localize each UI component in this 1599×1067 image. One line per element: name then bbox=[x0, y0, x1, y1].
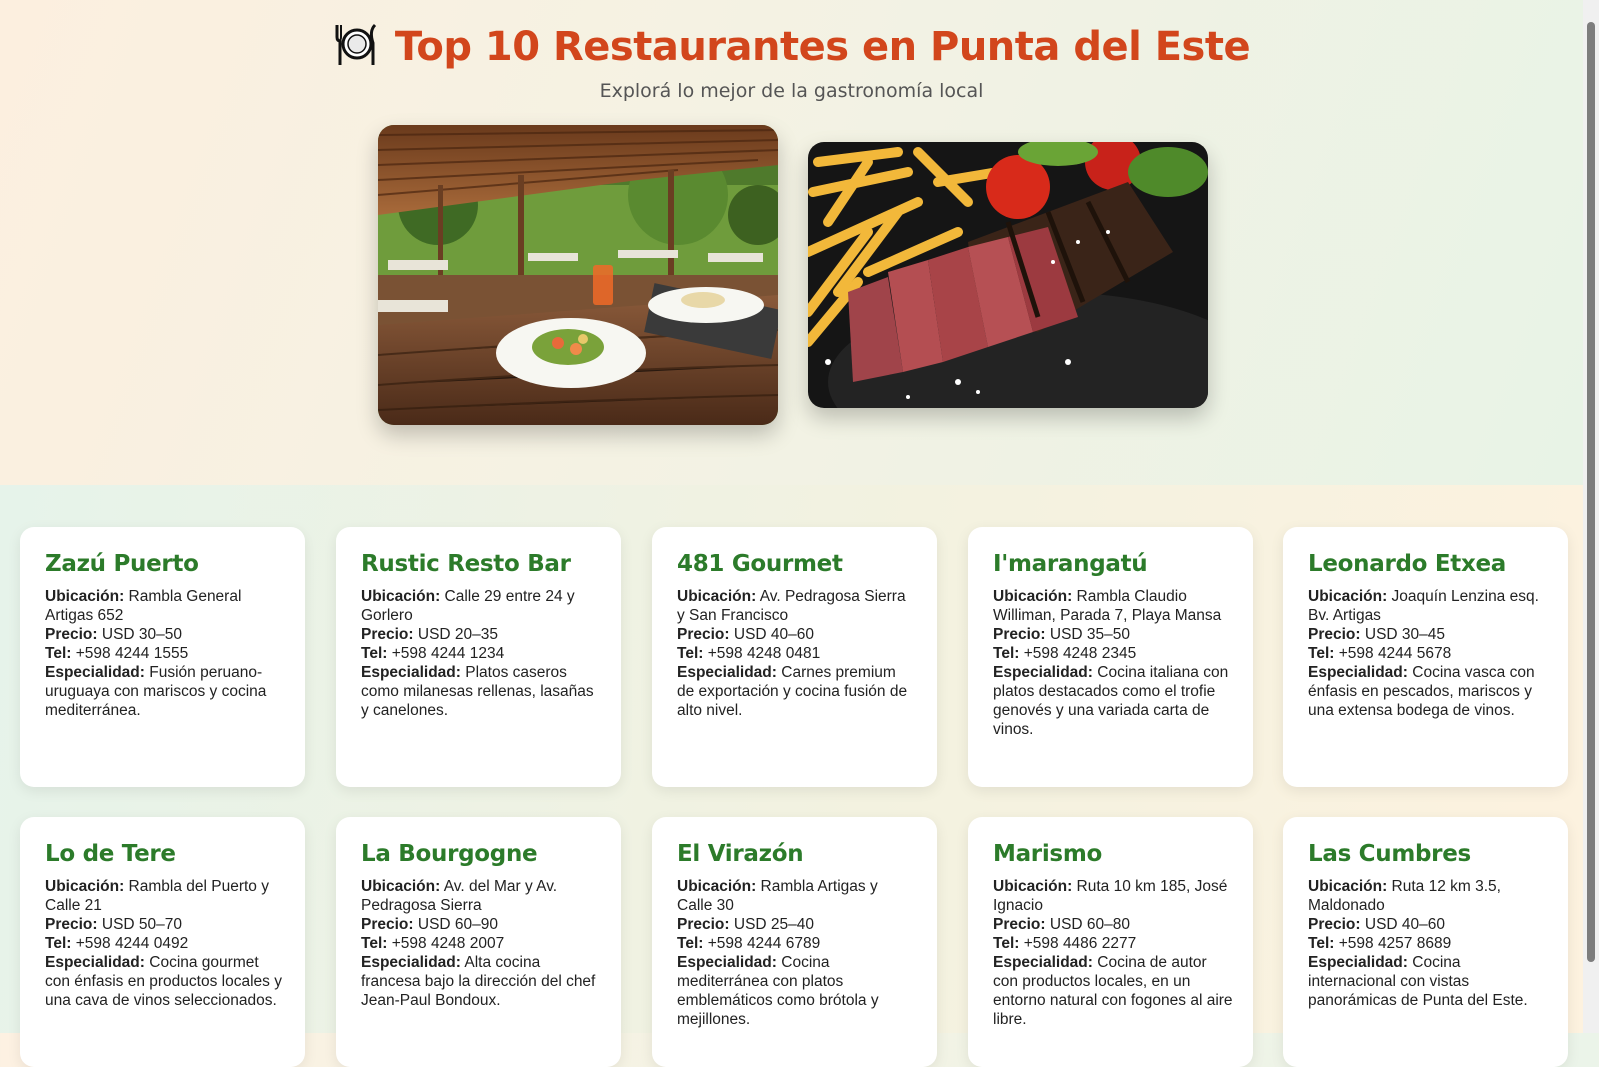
field-value-phone: +598 4257 8689 bbox=[1338, 935, 1452, 952]
restaurant-card: Rustic Resto Bar Ubicación: Calle 29 entr… bbox=[336, 527, 621, 787]
field-value-phone: +598 4244 5678 bbox=[1338, 645, 1452, 662]
field-label-price: Precio: bbox=[993, 916, 1046, 933]
page-subtitle: Explorá lo mejor de la gastronomía local bbox=[599, 80, 984, 102]
field-label-phone: Tel: bbox=[45, 935, 72, 952]
field-label-specialty: Especialidad: bbox=[677, 664, 777, 681]
restaurant-name: El Virazón bbox=[677, 841, 804, 867]
field-label-price: Precio: bbox=[677, 626, 730, 643]
field-label-price: Precio: bbox=[45, 916, 98, 933]
field-value-price: USD 40–60 bbox=[733, 626, 815, 643]
restaurant-details: Ubicación: Rambla del Puerto y Calle 21 P… bbox=[45, 877, 285, 1010]
restaurant-name: Rustic Resto Bar bbox=[361, 551, 571, 577]
field-label-location: Ubicación: bbox=[361, 878, 441, 895]
field-label-specialty: Especialidad: bbox=[993, 664, 1093, 681]
field-label-phone: Tel: bbox=[1308, 645, 1335, 662]
field-value-price: USD 50–70 bbox=[101, 916, 183, 933]
field-value-price: USD 25–40 bbox=[733, 916, 815, 933]
field-label-price: Precio: bbox=[361, 916, 414, 933]
field-value-phone: +598 4244 0492 bbox=[75, 935, 189, 952]
field-value-phone: +598 4244 1555 bbox=[75, 645, 189, 662]
field-value-price: USD 60–80 bbox=[1049, 916, 1131, 933]
field-label-phone: Tel: bbox=[993, 935, 1020, 952]
field-value-price: USD 60–90 bbox=[417, 916, 499, 933]
restaurant-details: Ubicación: Rambla Artigas y Calle 30 Prec… bbox=[677, 877, 917, 1029]
field-label-phone: Tel: bbox=[45, 645, 72, 662]
restaurant-card: Leonardo Etxea Ubicación: Joaquín Lenzina… bbox=[1283, 527, 1568, 787]
page-title: Top 10 Restaurantes en Punta del Este bbox=[394, 23, 1251, 70]
field-label-price: Precio: bbox=[361, 626, 414, 643]
field-value-phone: +598 4244 6789 bbox=[707, 935, 821, 952]
restaurant-card: 481 Gourmet Ubicación: Av. Pedragosa Sier… bbox=[652, 527, 937, 787]
field-label-location: Ubicación: bbox=[1308, 878, 1388, 895]
restaurant-details: Ubicación: Calle 29 entre 24 y Gorlero Pr… bbox=[361, 587, 601, 720]
restaurant-card: Zazú Puerto Ubicación: Rambla General Art… bbox=[20, 527, 305, 787]
field-label-location: Ubicación: bbox=[677, 878, 757, 895]
restaurant-card: Las Cumbres Ubicación: Ruta 12 km 3.5, Ma… bbox=[1283, 817, 1568, 1067]
restaurant-name: Lo de Tere bbox=[45, 841, 176, 867]
field-label-specialty: Especialidad: bbox=[993, 954, 1093, 971]
field-value-phone: +598 4248 0481 bbox=[707, 645, 821, 662]
restaurant-terrace-photo bbox=[378, 125, 778, 425]
field-label-phone: Tel: bbox=[361, 645, 388, 662]
restaurant-name: 481 Gourmet bbox=[677, 551, 843, 577]
field-value-phone: +598 4486 2277 bbox=[1023, 935, 1137, 952]
scrollbar[interactable] bbox=[1583, 0, 1599, 1033]
field-label-phone: Tel: bbox=[677, 645, 704, 662]
field-label-specialty: Especialidad: bbox=[45, 954, 145, 971]
restaurant-details: Ubicación: Rambla Claudio Williman, Para… bbox=[993, 587, 1233, 739]
field-label-specialty: Especialidad: bbox=[361, 664, 461, 681]
plate-cutlery-icon bbox=[333, 20, 381, 73]
field-label-phone: Tel: bbox=[677, 935, 704, 952]
field-label-price: Precio: bbox=[45, 626, 98, 643]
restaurant-name: I'marangatú bbox=[993, 551, 1148, 577]
header: Top 10 Restaurantes en Punta del Este bbox=[0, 20, 1583, 73]
restaurant-card: El Virazón Ubicación: Rambla Artigas y Ca… bbox=[652, 817, 937, 1067]
scrollbar-thumb[interactable] bbox=[1587, 22, 1595, 962]
restaurant-card: La Bourgogne Ubicación: Av. del Mar y Av.… bbox=[336, 817, 621, 1067]
field-label-specialty: Especialidad: bbox=[677, 954, 777, 971]
field-value-phone: +598 4244 1234 bbox=[391, 645, 505, 662]
field-value-phone: +598 4248 2007 bbox=[391, 935, 505, 952]
field-label-location: Ubicación: bbox=[993, 588, 1073, 605]
field-value-price: USD 30–50 bbox=[101, 626, 183, 643]
field-label-phone: Tel: bbox=[361, 935, 388, 952]
field-label-phone: Tel: bbox=[993, 645, 1020, 662]
field-label-specialty: Especialidad: bbox=[361, 954, 461, 971]
field-label-location: Ubicación: bbox=[993, 878, 1073, 895]
field-label-price: Precio: bbox=[1308, 626, 1361, 643]
field-value-price: USD 40–60 bbox=[1364, 916, 1446, 933]
restaurant-details: Ubicación: Ruta 12 km 3.5, Maldonado Prec… bbox=[1308, 877, 1548, 1010]
field-value-price: USD 35–50 bbox=[1049, 626, 1131, 643]
field-label-price: Precio: bbox=[677, 916, 730, 933]
restaurant-name: La Bourgogne bbox=[361, 841, 538, 867]
restaurant-details: Ubicación: Rambla General Artigas 652 Pre… bbox=[45, 587, 285, 720]
steak-fries-photo bbox=[808, 142, 1208, 408]
field-label-specialty: Especialidad: bbox=[45, 664, 145, 681]
restaurant-name: Marismo bbox=[993, 841, 1102, 867]
field-label-location: Ubicación: bbox=[1308, 588, 1388, 605]
restaurant-details: Ubicación: Joaquín Lenzina esq. Bv. Arti… bbox=[1308, 587, 1548, 720]
restaurant-card: Marismo Ubicación: Ruta 10 km 185, José I… bbox=[968, 817, 1253, 1067]
field-value-price: USD 20–35 bbox=[417, 626, 499, 643]
field-label-location: Ubicación: bbox=[361, 588, 441, 605]
restaurant-details: Ubicación: Av. del Mar y Av. Pedragosa S… bbox=[361, 877, 601, 1010]
field-label-price: Precio: bbox=[993, 626, 1046, 643]
field-label-price: Precio: bbox=[1308, 916, 1361, 933]
field-label-specialty: Especialidad: bbox=[1308, 664, 1408, 681]
restaurant-card: I'marangatú Ubicación: Rambla Claudio Wil… bbox=[968, 527, 1253, 787]
restaurant-name: Zazú Puerto bbox=[45, 551, 199, 577]
restaurant-details: Ubicación: Ruta 10 km 185, José Ignacio P… bbox=[993, 877, 1233, 1029]
restaurant-name: Leonardo Etxea bbox=[1308, 551, 1507, 577]
restaurant-name: Las Cumbres bbox=[1308, 841, 1471, 867]
field-label-location: Ubicación: bbox=[45, 878, 125, 895]
field-value-price: USD 30–45 bbox=[1364, 626, 1446, 643]
field-value-phone: +598 4248 2345 bbox=[1023, 645, 1137, 662]
field-label-location: Ubicación: bbox=[45, 588, 125, 605]
field-label-location: Ubicación: bbox=[677, 588, 757, 605]
restaurant-details: Ubicación: Av. Pedragosa Sierra y San Fr… bbox=[677, 587, 917, 720]
restaurant-card: Lo de Tere Ubicación: Rambla del Puerto y… bbox=[20, 817, 305, 1067]
field-label-phone: Tel: bbox=[1308, 935, 1335, 952]
field-label-specialty: Especialidad: bbox=[1308, 954, 1408, 971]
